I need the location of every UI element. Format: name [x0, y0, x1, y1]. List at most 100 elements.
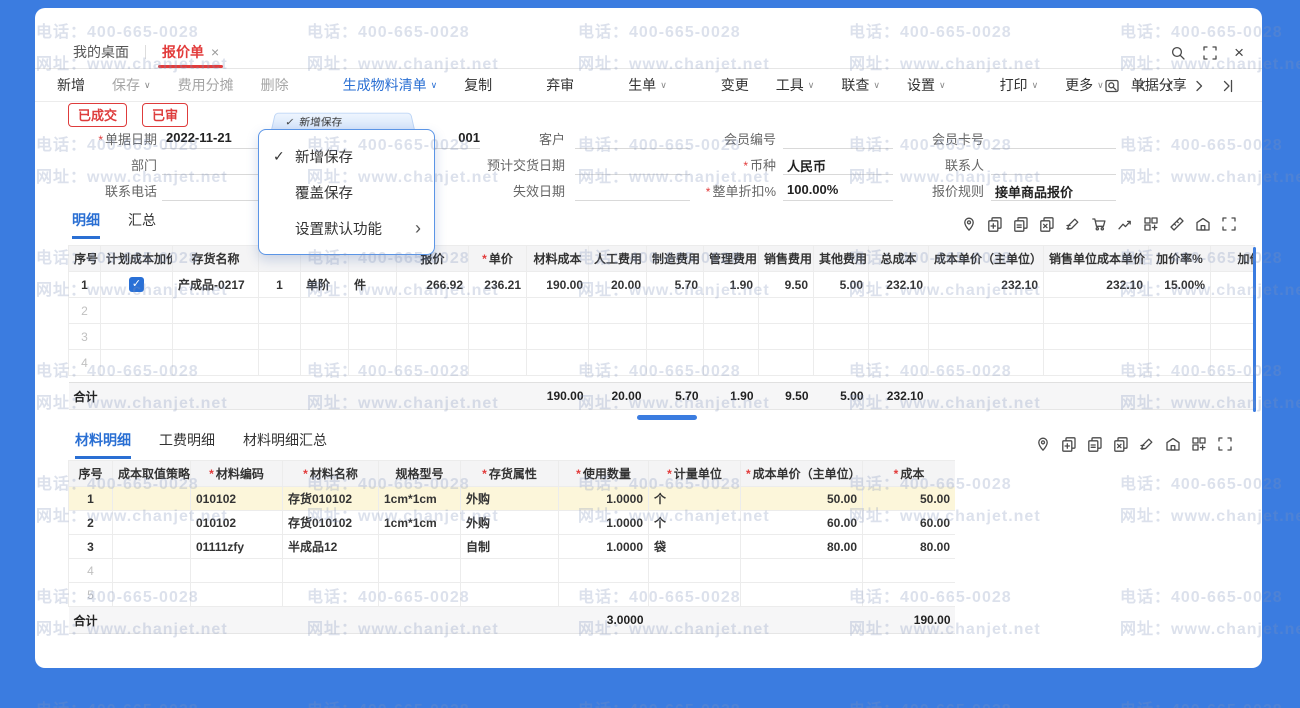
grid-cell[interactable]: 5: [69, 583, 113, 607]
grid-cell[interactable]: 50.00: [741, 487, 863, 511]
grid-cell[interactable]: 1: [259, 272, 301, 298]
grid-cell[interactable]: 266.92: [397, 272, 469, 298]
grid-cell[interactable]: [559, 559, 649, 583]
row-checkbox-checked[interactable]: ✓: [129, 277, 144, 292]
grid-cell[interactable]: [113, 559, 191, 583]
grid-cell[interactable]: 232.10: [869, 272, 929, 298]
grid-cell[interactable]: 外购: [461, 511, 559, 535]
grid-cell[interactable]: 60.00: [741, 511, 863, 535]
grid-cell[interactable]: [469, 350, 527, 376]
grid-cell[interactable]: [814, 298, 869, 324]
field-input[interactable]: [991, 129, 1116, 149]
grid-cell[interactable]: 半成品12: [283, 535, 379, 559]
grid-cell[interactable]: [301, 324, 349, 350]
grid-cell[interactable]: [1044, 350, 1149, 376]
grid-cell[interactable]: [647, 298, 704, 324]
grid-cell[interactable]: 34.82: [1211, 272, 1256, 298]
grid-cell[interactable]: ✓: [101, 272, 173, 298]
grid-cell[interactable]: [259, 298, 301, 324]
warehouse-icon[interactable]: [1165, 436, 1181, 452]
grid-cell[interactable]: [259, 350, 301, 376]
grid-cell[interactable]: 2: [69, 511, 113, 535]
grid-cell[interactable]: [647, 324, 704, 350]
grid-cell[interactable]: [301, 350, 349, 376]
grid-cell[interactable]: 个: [649, 487, 741, 511]
grid-cell[interactable]: 010102: [191, 487, 283, 511]
grid-cell[interactable]: [1149, 324, 1211, 350]
grid-cell[interactable]: 60.00: [863, 511, 956, 535]
tab-material-1[interactable]: 工费明细: [159, 430, 215, 459]
grid-cell[interactable]: 15.00%: [1149, 272, 1211, 298]
grid-cell[interactable]: [814, 324, 869, 350]
grid-cell[interactable]: 件: [349, 272, 397, 298]
grid-cell[interactable]: [559, 583, 649, 607]
grid-cell[interactable]: [589, 350, 647, 376]
grid-cell[interactable]: [349, 324, 397, 350]
grid-cell[interactable]: [397, 298, 469, 324]
grid-cell[interactable]: 个: [649, 511, 741, 535]
grid-cell[interactable]: 9.50: [759, 272, 814, 298]
batch-edit-icon[interactable]: [1139, 436, 1155, 452]
grid-cell[interactable]: [589, 324, 647, 350]
insert-row-icon[interactable]: [1061, 436, 1077, 452]
grid-cell[interactable]: 产成品-0217: [173, 272, 259, 298]
insert-row-icon[interactable]: [987, 216, 1003, 232]
grid-cell[interactable]: 80.00: [863, 535, 956, 559]
list-search-icon[interactable]: [1104, 78, 1120, 94]
grid-cell[interactable]: [173, 324, 259, 350]
grid-cell[interactable]: [259, 324, 301, 350]
grid-cell[interactable]: [1211, 324, 1256, 350]
grid-cell[interactable]: 存货010102: [283, 487, 379, 511]
tab-material-0[interactable]: 材料明细: [75, 430, 131, 459]
grid-cell[interactable]: [283, 559, 379, 583]
grid-cell[interactable]: [469, 298, 527, 324]
grid-cell[interactable]: [397, 350, 469, 376]
warehouse-icon[interactable]: [1195, 216, 1211, 232]
menu-item-save-overwrite[interactable]: 覆盖保存: [259, 174, 434, 210]
grid-cell[interactable]: [1149, 350, 1211, 376]
grid-cell[interactable]: 外购: [461, 487, 559, 511]
grid-cell[interactable]: [397, 324, 469, 350]
expand-icon[interactable]: [1217, 436, 1233, 452]
grid-cell[interactable]: 1: [69, 487, 113, 511]
measure-icon[interactable]: [1169, 216, 1185, 232]
grid-cell[interactable]: [1149, 298, 1211, 324]
menu-item-save-new[interactable]: ✓新增保存: [259, 138, 434, 174]
grid-cell[interactable]: [814, 350, 869, 376]
grid-cell[interactable]: 1.0000: [559, 535, 649, 559]
grid-cell[interactable]: [863, 559, 956, 583]
grid-cell[interactable]: [929, 298, 1044, 324]
grid-cell[interactable]: 3: [69, 535, 113, 559]
horizontal-scrollbar-thumb[interactable]: [637, 415, 697, 420]
tab-detail-1[interactable]: 汇总: [128, 210, 156, 239]
grid-cell[interactable]: [283, 583, 379, 607]
grid-cell[interactable]: 3: [69, 324, 101, 350]
grid-cell[interactable]: [741, 583, 863, 607]
grid-cell[interactable]: [929, 350, 1044, 376]
grid-cell[interactable]: [869, 298, 929, 324]
grid-cell[interactable]: 袋: [649, 535, 741, 559]
locate-icon[interactable]: [1035, 436, 1051, 452]
last-page-icon[interactable]: [1220, 78, 1236, 94]
layout-icon[interactable]: [1191, 436, 1207, 452]
copy-row-icon[interactable]: [1087, 436, 1103, 452]
grid-cell[interactable]: [759, 298, 814, 324]
grid-cell[interactable]: [759, 324, 814, 350]
grid-cell[interactable]: 4: [69, 559, 113, 583]
delete-row-icon[interactable]: [1113, 436, 1129, 452]
grid-cell[interactable]: 单阶: [301, 272, 349, 298]
field-value[interactable]: 人民币: [787, 156, 826, 175]
grid-cell[interactable]: [929, 324, 1044, 350]
grid-cell[interactable]: [191, 583, 283, 607]
grid-cell[interactable]: [704, 350, 759, 376]
grid-cell[interactable]: [1044, 324, 1149, 350]
tab-detail-0[interactable]: 明细: [72, 210, 100, 239]
grid-cell[interactable]: [101, 298, 173, 324]
grid-cell[interactable]: 存货010102: [283, 511, 379, 535]
grid-cell[interactable]: 232.10: [1044, 272, 1149, 298]
menu-item-set-default[interactable]: 设置默认功能›: [259, 210, 434, 246]
grid-cell[interactable]: [173, 350, 259, 376]
grid-cell[interactable]: [527, 298, 589, 324]
grid-cell[interactable]: 4: [69, 350, 101, 376]
field-input[interactable]: [991, 155, 1116, 175]
